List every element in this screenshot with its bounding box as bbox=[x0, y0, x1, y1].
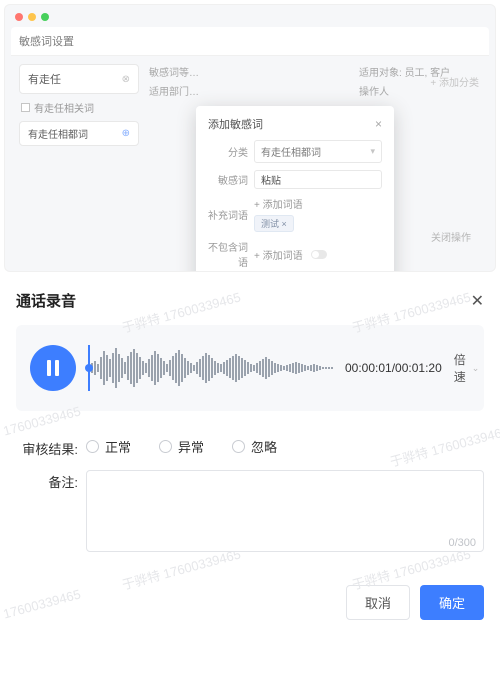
radio-abnormal[interactable]: 异常 bbox=[159, 437, 204, 456]
modal-supp-label: 补充词语 bbox=[208, 207, 248, 222]
cancel-button[interactable]: 取消 bbox=[346, 585, 410, 620]
bg-category-select-value: 有走任 bbox=[28, 71, 61, 87]
clear-icon: ⊗ bbox=[122, 74, 130, 85]
modal-excl-label: 不包含词语 bbox=[208, 239, 248, 269]
modal-title: 添加敏感词 bbox=[208, 116, 263, 132]
radio-abnormal-label: 异常 bbox=[178, 437, 204, 456]
modal-supp-tag[interactable]: 测试 × bbox=[254, 215, 294, 232]
modal-word-input[interactable] bbox=[254, 170, 382, 189]
bg-info-label: 适用对象: bbox=[359, 68, 402, 79]
checkbox-icon bbox=[21, 103, 30, 112]
bg-tree-child-label: 有走任相都词 bbox=[28, 126, 88, 141]
bg-add-category-button[interactable]: + 添加分类 bbox=[430, 74, 479, 89]
radio-ignore-label: 忽略 bbox=[251, 437, 277, 456]
review-result-label: 审核结果: bbox=[16, 437, 78, 458]
window-traffic-lights bbox=[11, 11, 489, 27]
modal-category-label: 分类 bbox=[208, 144, 248, 159]
chevron-down-icon: ▾ bbox=[370, 146, 375, 157]
radio-normal[interactable]: 正常 bbox=[86, 437, 131, 456]
playback-time: 00:00:01/00:01:20 bbox=[345, 361, 442, 375]
speed-select[interactable]: 倍速 ⌄ bbox=[454, 351, 480, 385]
traffic-max-icon bbox=[41, 13, 49, 21]
radio-normal-label: 正常 bbox=[105, 437, 131, 456]
modal-excl-toggle[interactable] bbox=[311, 250, 327, 259]
playhead-cursor[interactable] bbox=[88, 345, 90, 391]
bg-page-title: 敏感词设置 bbox=[11, 27, 489, 56]
bg-category-select[interactable]: 有走任 ⊗ bbox=[19, 64, 139, 94]
call-recording-panel: 于骅特 17600339465 于骅特 17600339465 于骅特 1760… bbox=[0, 276, 500, 638]
radio-icon bbox=[159, 440, 172, 453]
remark-label: 备注: bbox=[16, 470, 78, 491]
char-counter: 0/300 bbox=[448, 537, 476, 549]
background-app: 敏感词设置 有走任 ⊗ 有走任相关词 有走任相都词 ⊕ + 添加分类 敏感词等…… bbox=[4, 4, 496, 272]
modal-category-select[interactable]: 有走任相都词 ▾ bbox=[254, 140, 382, 163]
pause-button[interactable] bbox=[30, 345, 76, 391]
waveform-track[interactable] bbox=[88, 345, 333, 391]
modal-supp-add-button[interactable]: + 添加词语 bbox=[254, 200, 303, 211]
remark-textarea[interactable] bbox=[86, 470, 484, 552]
radio-icon bbox=[86, 440, 99, 453]
add-sensitive-word-modal: 添加敏感词 × 分类 有走任相都词 ▾ 敏感词 补充词语 bbox=[196, 106, 394, 272]
panel-close-button[interactable]: ✕ bbox=[471, 291, 484, 311]
radio-ignore[interactable]: 忽略 bbox=[232, 437, 277, 456]
waveform bbox=[88, 345, 333, 391]
bg-tree-node[interactable]: 有走任相关词 bbox=[19, 94, 139, 119]
audio-player: 00:00:01/00:01:20 倍速 ⌄ bbox=[16, 325, 484, 411]
bg-tree-child[interactable]: 有走任相都词 ⊕ bbox=[19, 121, 139, 146]
modal-close-button[interactable]: × bbox=[375, 117, 382, 131]
bg-info-line: 适用部门… bbox=[149, 83, 199, 98]
plus-icon: ⊕ bbox=[122, 128, 130, 139]
bg-close-link[interactable]: 关闭操作 bbox=[431, 229, 471, 244]
panel-title: 通话录音 bbox=[16, 290, 76, 311]
pause-icon bbox=[47, 360, 59, 376]
modal-excl-add-button[interactable]: + 添加词语 bbox=[254, 247, 303, 262]
traffic-close-icon bbox=[15, 13, 23, 21]
chevron-down-icon: ⌄ bbox=[472, 363, 480, 374]
modal-word-label: 敏感词 bbox=[208, 172, 248, 187]
bg-info-line: 敏感词等… bbox=[149, 64, 199, 79]
traffic-min-icon bbox=[28, 13, 36, 21]
modal-category-value: 有走任相都词 bbox=[261, 144, 321, 159]
radio-icon bbox=[232, 440, 245, 453]
bg-tree-node-label: 有走任相关词 bbox=[34, 100, 94, 115]
speed-label: 倍速 bbox=[454, 351, 466, 385]
ok-button[interactable]: 确定 bbox=[420, 585, 484, 620]
